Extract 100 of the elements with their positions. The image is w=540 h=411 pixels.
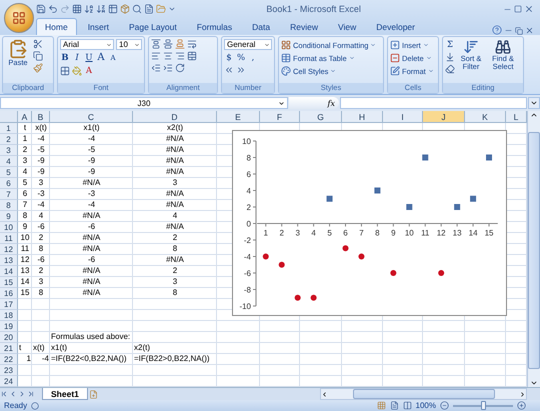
normal-view-icon[interactable] bbox=[376, 401, 386, 410]
sort-descending-icon[interactable] bbox=[96, 4, 106, 14]
row-header[interactable]: 4 bbox=[0, 156, 18, 167]
row-header[interactable]: 20 bbox=[0, 332, 18, 343]
scrollbar-thumb[interactable] bbox=[352, 389, 494, 399]
row-header[interactable]: 13 bbox=[0, 255, 18, 266]
row-header[interactable]: 17 bbox=[0, 299, 18, 310]
column-header[interactable]: E bbox=[217, 111, 260, 123]
row-header[interactable]: 8 bbox=[0, 200, 18, 211]
number-format-button[interactable]: % bbox=[236, 52, 246, 63]
column-header[interactable]: C bbox=[50, 111, 133, 123]
vertical-scrollbar[interactable] bbox=[527, 111, 540, 387]
close-icon[interactable] bbox=[525, 26, 534, 35]
column-header[interactable]: D bbox=[133, 111, 217, 123]
decrease-indent-icon[interactable] bbox=[151, 63, 161, 73]
fill-icon[interactable] bbox=[445, 52, 455, 62]
scroll-left-icon[interactable] bbox=[321, 390, 328, 398]
search-icon[interactable] bbox=[132, 4, 142, 14]
first-sheet-icon[interactable] bbox=[0, 390, 8, 398]
align-middle-icon[interactable] bbox=[163, 39, 173, 49]
page-break-icon[interactable] bbox=[402, 401, 412, 410]
ribbon-tab[interactable]: Review bbox=[281, 18, 327, 35]
column-header[interactable]: A bbox=[18, 111, 32, 123]
column-header[interactable]: K bbox=[465, 111, 506, 123]
scroll-right-icon[interactable] bbox=[519, 390, 526, 398]
font-style-button[interactable]: U bbox=[84, 52, 94, 63]
scrollbar-thumb[interactable] bbox=[528, 132, 540, 368]
cut-icon[interactable] bbox=[33, 39, 43, 49]
sheet-tab[interactable]: Sheet1 bbox=[42, 388, 88, 400]
customize-icon[interactable] bbox=[168, 5, 176, 13]
row-header[interactable]: 22 bbox=[0, 354, 18, 365]
name-box[interactable]: J30 bbox=[0, 97, 288, 109]
document-icon[interactable] bbox=[144, 4, 154, 14]
ribbon-tab[interactable]: Insert bbox=[78, 18, 118, 35]
row-header[interactable]: 11 bbox=[0, 233, 18, 244]
column-header[interactable]: H bbox=[342, 111, 383, 123]
increase-decimal-icon[interactable] bbox=[224, 65, 234, 75]
zoom-level[interactable]: 100% bbox=[416, 401, 436, 410]
font-color-button[interactable]: A bbox=[84, 65, 94, 76]
row-header[interactable]: 23 bbox=[0, 365, 18, 376]
horizontal-scrollbar[interactable] bbox=[320, 388, 527, 400]
column-header[interactable]: B bbox=[32, 111, 50, 123]
autosum-button[interactable]: Σ bbox=[445, 39, 455, 50]
zoom-out-icon[interactable] bbox=[440, 401, 449, 410]
row-header[interactable]: 14 bbox=[0, 266, 18, 277]
insert-function-button[interactable]: fx bbox=[289, 97, 339, 109]
table-icon[interactable] bbox=[108, 4, 118, 14]
font-size-field[interactable]: 10 bbox=[116, 39, 142, 50]
restore-icon[interactable] bbox=[515, 27, 523, 35]
ribbon-tab[interactable]: Formulas bbox=[188, 18, 242, 35]
copy-icon[interactable] bbox=[33, 51, 43, 61]
column-header[interactable]: J bbox=[423, 111, 465, 123]
help-icon[interactable] bbox=[492, 25, 502, 35]
align-left-icon[interactable] bbox=[151, 51, 161, 61]
orientation-icon[interactable] bbox=[175, 63, 185, 73]
caret-icon[interactable] bbox=[278, 100, 285, 106]
row-header[interactable]: 16 bbox=[0, 288, 18, 299]
row-header[interactable]: 12 bbox=[0, 244, 18, 255]
row-header[interactable]: 9 bbox=[0, 211, 18, 222]
wrap-text-icon[interactable] bbox=[187, 39, 197, 49]
row-header[interactable]: 3 bbox=[0, 145, 18, 156]
package-icon[interactable] bbox=[120, 4, 130, 14]
grid-icon[interactable] bbox=[72, 4, 82, 14]
row-header[interactable]: 21 bbox=[0, 343, 18, 354]
row-header[interactable]: 6 bbox=[0, 178, 18, 189]
row-header[interactable]: 2 bbox=[0, 134, 18, 145]
ribbon-tab[interactable]: Developer bbox=[367, 18, 424, 35]
column-header[interactable]: F bbox=[260, 111, 300, 123]
align-right-icon[interactable] bbox=[175, 51, 185, 61]
merge-icon[interactable] bbox=[187, 51, 197, 61]
row-header[interactable]: 19 bbox=[0, 321, 18, 332]
align-center-icon[interactable] bbox=[163, 51, 173, 61]
row-header[interactable]: 10 bbox=[0, 222, 18, 233]
clear-icon[interactable] bbox=[445, 64, 455, 74]
ribbon-tab[interactable]: Data bbox=[243, 18, 280, 35]
row-header[interactable]: 24 bbox=[0, 376, 18, 387]
align-bottom-icon[interactable] bbox=[175, 39, 185, 49]
previous-sheet-icon[interactable] bbox=[9, 390, 17, 398]
column-header[interactable]: I bbox=[383, 111, 423, 123]
fill-color-icon[interactable] bbox=[72, 66, 82, 76]
last-sheet-icon[interactable] bbox=[27, 390, 35, 398]
decrease-decimal-icon[interactable] bbox=[236, 65, 246, 75]
font-name-field[interactable]: Arial bbox=[60, 39, 114, 50]
number-format-button[interactable]: $ bbox=[224, 52, 234, 63]
ribbon-tab[interactable]: Page Layout bbox=[120, 18, 186, 35]
undo-icon[interactable] bbox=[48, 4, 58, 14]
borders-icon[interactable] bbox=[60, 66, 70, 76]
page-layout-icon[interactable] bbox=[390, 401, 399, 410]
close-icon[interactable] bbox=[524, 4, 534, 14]
next-sheet-icon[interactable] bbox=[18, 390, 26, 398]
office-button[interactable] bbox=[4, 3, 34, 33]
ribbon-tab[interactable]: View bbox=[328, 18, 366, 35]
row-header[interactable]: 5 bbox=[0, 167, 18, 178]
increase-indent-icon[interactable] bbox=[163, 63, 173, 73]
scroll-down-icon[interactable] bbox=[530, 379, 538, 387]
formula-input[interactable] bbox=[340, 97, 527, 109]
grow-font-button[interactable]: A bbox=[96, 52, 106, 63]
zoom-thumb[interactable] bbox=[481, 400, 486, 410]
number-format-field[interactable]: General bbox=[224, 39, 272, 50]
row-header[interactable]: 7 bbox=[0, 189, 18, 200]
